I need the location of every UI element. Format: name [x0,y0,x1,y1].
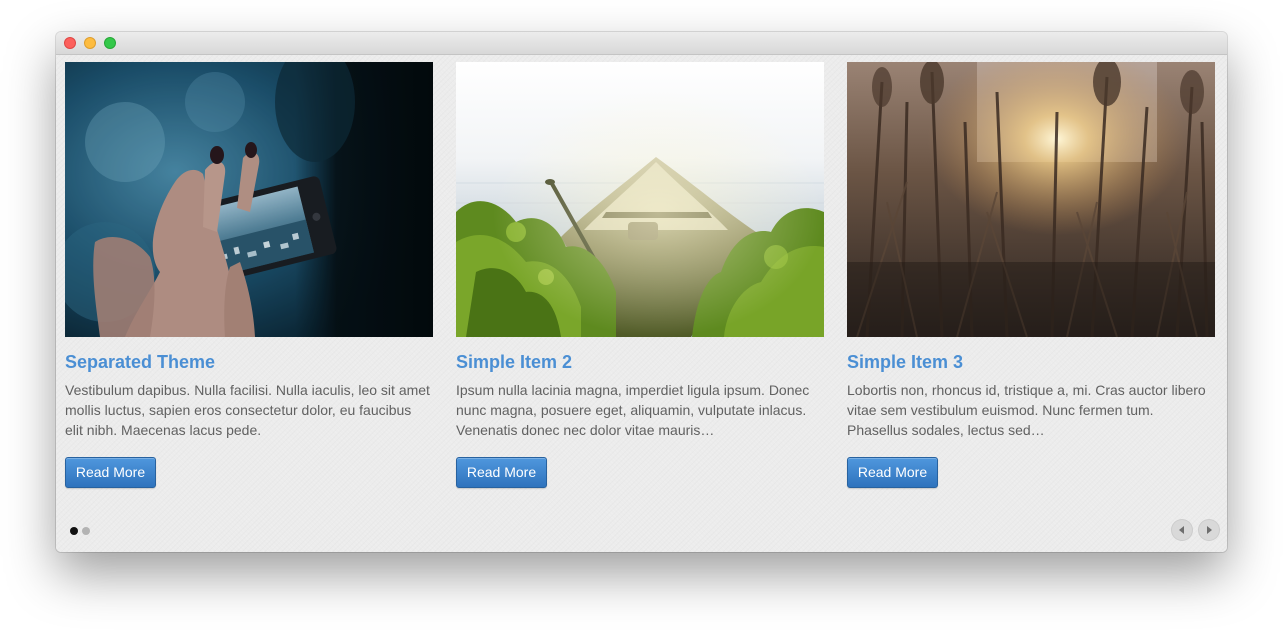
close-window-button[interactable] [64,37,76,49]
window-titlebar [56,32,1227,55]
browser-window: Separated Theme Vestibulum dapibus. Null… [56,32,1227,552]
carousel-item: Simple Item 3 Lobortis non, rhoncus id, … [847,62,1215,488]
pagination-dot-active[interactable] [70,527,78,535]
carousel: Separated Theme Vestibulum dapibus. Null… [56,55,1227,552]
minimize-window-button[interactable] [84,37,96,49]
pagination-dot[interactable] [82,527,90,535]
maximize-window-button[interactable] [104,37,116,49]
carousel-item: Separated Theme Vestibulum dapibus. Null… [65,62,433,488]
carousel-next-button[interactable] [1198,519,1220,541]
chevron-right-icon [1207,526,1212,534]
item-title[interactable]: Separated Theme [65,350,433,374]
item-image-canoe[interactable] [456,62,824,337]
carousel-item: Simple Item 2 Ipsum nulla lacinia magna,… [456,62,824,488]
item-title[interactable]: Simple Item 2 [456,350,824,374]
item-description: Ipsum nulla lacinia magna, imperdiet lig… [456,382,810,438]
item-title[interactable]: Simple Item 3 [847,350,1215,374]
chevron-left-icon [1179,526,1184,534]
read-more-button[interactable]: Read More [65,457,156,488]
item-description: Lobortis non, rhoncus id, tristique a, m… [847,382,1206,438]
read-more-button[interactable]: Read More [456,457,547,488]
read-more-button[interactable]: Read More [847,457,938,488]
item-image-reeds[interactable] [847,62,1215,337]
item-image-smartphone[interactable] [65,62,433,337]
carousel-prev-button[interactable] [1171,519,1193,541]
item-description: Vestibulum dapibus. Nulla facilisi. Null… [65,382,430,438]
